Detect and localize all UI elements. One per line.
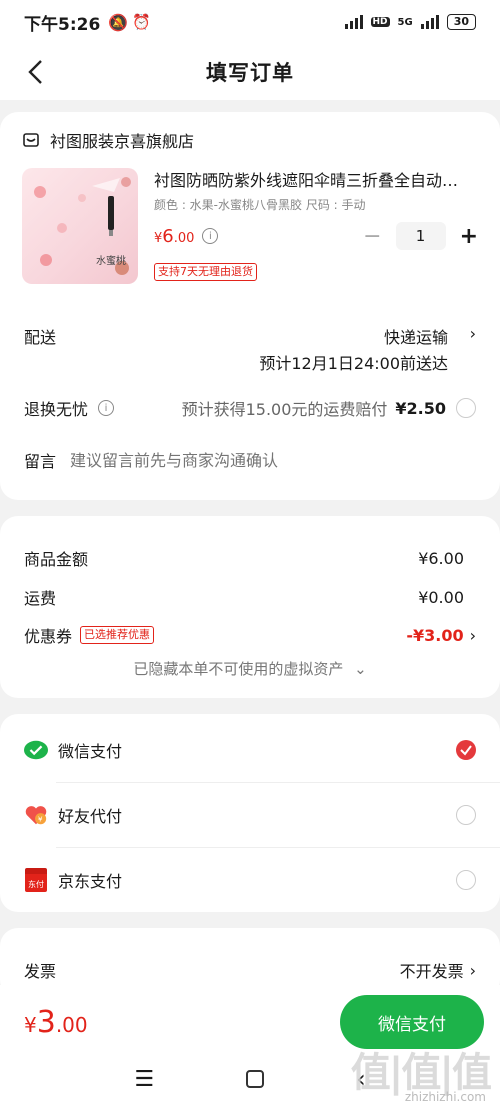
return-insurance-row: 退换无忧 i 预计获得15.00元的运费赔付 ¥2.50 [0,392,500,424]
increase-button[interactable]: + [460,224,478,249]
pay-option-friend[interactable]: ¥ 好友代付 [0,783,500,847]
shop-header[interactable]: 衬图服装京喜旗舰店 [0,112,500,168]
status-bar: 下午5:26 🔕 ⏰ HD 5G 30 [0,0,500,44]
pay-option-label: 好友代付 [58,807,123,826]
chevron-down-icon: ⌄ [354,660,367,678]
friend-pay-icon: ¥ [24,803,48,827]
quantity-stepper: − 1 + [363,222,478,250]
return-policy-tag: 支持7天无理由退货 [154,263,257,281]
decrease-button[interactable]: − [363,224,381,249]
watermark-site: zhizhizhi.com [404,1090,486,1104]
total-price: ¥3.00 [24,1005,88,1040]
image-caption: 水蜜桃 [96,256,126,267]
battery-icon: 30 [446,14,476,30]
delivery-label: 配送 [24,328,57,347]
quantity-field[interactable]: 1 [395,222,446,250]
page-title: 填写订单 [206,61,294,85]
coupon-label: 优惠券 [24,627,73,646]
home-icon[interactable] [246,1070,265,1088]
return-insurance-label: 退换无忧 [24,400,89,419]
jd-pay-icon: 东付 [24,868,48,892]
pay-option-radio[interactable] [456,805,476,825]
product-spec: 颜色 : 水果-水蜜桃八骨黑胶 尺码 : 手动 [154,198,366,212]
goods-amount-label: 商品金额 [24,550,89,569]
menu-icon[interactable]: ☰ [134,1067,154,1092]
product-name: 衬图防晒防紫外线遮阳伞晴三折叠全自动… [154,171,459,190]
invoice-value: 不开发票 [399,962,464,981]
chevron-right-icon: › [469,960,476,980]
shop-name: 衬图服装京喜旗舰店 [50,132,195,151]
pay-option-jd[interactable]: 东付 京东支付 [0,848,500,912]
return-insurance-price: ¥2.50 [395,398,446,418]
alarm-icon: ⏰ [132,13,151,31]
info-icon[interactable]: i [98,400,115,416]
selected-check-icon[interactable] [456,740,476,760]
goods-amount-value: ¥6.00 [418,548,464,568]
payment-methods-card: 微信支付 ¥ 好友代付 东付 京东支付 [0,714,500,912]
product-price: ¥6.00 [154,225,195,247]
mute-icon: 🔕 [108,12,129,32]
coupon-row[interactable]: 优惠券 已选推荐优惠 -¥3.00 › [0,623,500,647]
remark-label: 留言 [24,452,57,471]
invoice-label: 发票 [24,962,57,981]
hidden-assets-note[interactable]: 已隐藏本单不可使用的虚拟资产 ⌄ [0,658,500,679]
delivery-method: 快递运输 [383,328,448,347]
product-item: 水蜜桃 衬图防晒防紫外线遮阳伞晴三折叠全自动… 颜色 : 水果-水蜜桃八骨黑胶 … [0,168,500,284]
back-button[interactable] [20,54,50,90]
pay-option-label: 微信支付 [58,742,123,761]
pay-option-radio[interactable] [456,870,476,890]
shipping-label: 运费 [24,589,57,608]
order-card: 衬图服装京喜旗舰店 水蜜桃 衬图防晒防紫外线遮阳伞晴三折叠全自动… 颜色 : 水… [0,112,500,500]
signal-icon [344,15,363,29]
nav-bar: 填写订单 [0,44,500,100]
return-insurance-desc: 预计获得15.00元的运费赔付 [181,400,388,419]
shipping-row: 运费 ¥0.00 [0,585,500,609]
signal-icon-2 [420,15,439,29]
return-insurance-radio[interactable] [456,398,476,418]
pay-option-wechat[interactable]: 微信支付 [0,718,500,782]
back-arrow-icon [28,60,42,84]
remark-input[interactable] [70,450,431,470]
wechat-pay-icon [24,738,48,762]
svg-text:¥: ¥ [38,814,43,823]
store-icon [23,133,39,147]
goods-amount-row: 商品金额 ¥6.00 [0,546,500,570]
chevron-right-icon: › [469,324,476,343]
network-label: 5G [397,16,413,28]
product-image[interactable]: 水蜜桃 [22,168,138,284]
chevron-right-icon: › [469,625,476,645]
status-time: 下午5:26 [24,14,101,35]
info-icon[interactable]: i [202,228,219,244]
delivery-row[interactable]: 配送 快递运输 › 预计12月1日24:00前送达 [24,320,476,373]
remark-row: 留言 [0,444,500,476]
coupon-value: -¥3.00 [406,625,464,645]
hd-badge: HD [370,17,390,27]
delivery-eta: 预计12月1日24:00前送达 [259,354,448,373]
pay-option-label: 京东支付 [58,872,123,891]
shipping-value: ¥0.00 [418,587,464,607]
price-summary-card: 商品金额 ¥6.00 运费 ¥0.00 优惠券 已选推荐优惠 -¥3.00 › … [0,516,500,698]
coupon-tag: 已选推荐优惠 [80,626,155,644]
